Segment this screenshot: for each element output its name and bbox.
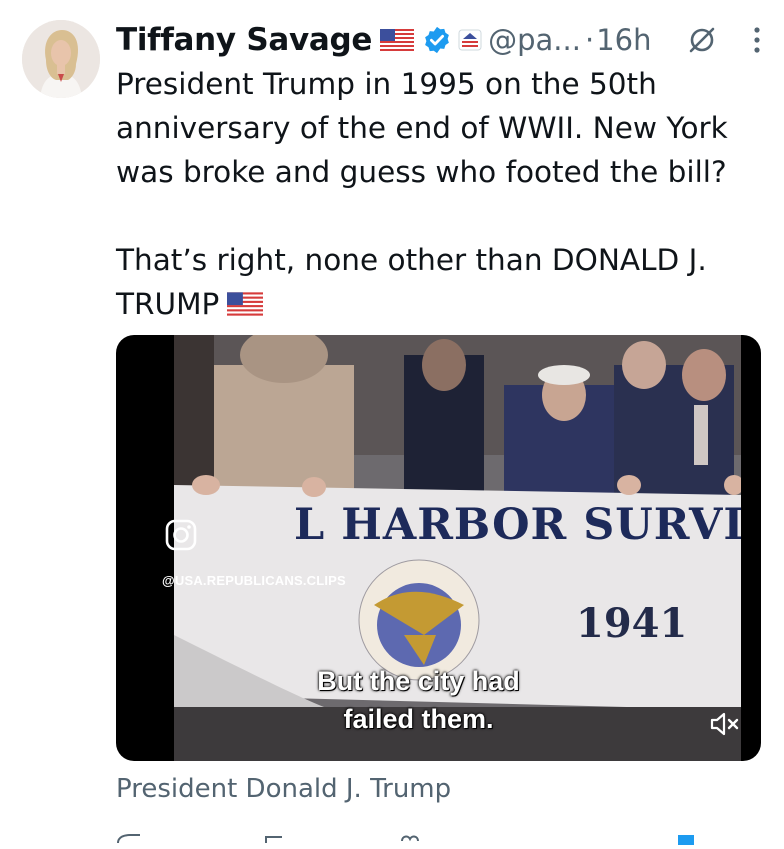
- avatar[interactable]: [22, 20, 100, 98]
- video-caption-line: failed them.: [343, 704, 494, 734]
- tweet-line: That’s right, none other than DONALD J.: [116, 243, 707, 277]
- video-caption-line: But the city had: [317, 666, 520, 696]
- instagram-icon: [164, 518, 198, 552]
- tweet-header: Tiffany Savage @pa... · 16h: [116, 18, 770, 62]
- tweet-line-text: TRUMP: [116, 287, 220, 321]
- banner-year: 1941: [576, 600, 688, 647]
- us-flag-icon: [227, 284, 264, 328]
- video-player[interactable]: L HARBOR SURVIVORS 1941 @USA.REPUBLICANS…: [116, 335, 761, 761]
- bookmark-icon: [678, 835, 694, 845]
- verified-badge-icon: [422, 25, 452, 55]
- video-watermark: @USA.REPUBLICANS.CLIPS: [162, 573, 346, 588]
- muted-speaker-icon[interactable]: [709, 711, 743, 737]
- reply-icon: [117, 834, 140, 844]
- tweet-timestamp[interactable]: 16h: [596, 23, 651, 57]
- tweet-line: was broke and guess who footed the bill?: [116, 155, 727, 189]
- tweet-line-with-flag: TRUMP: [116, 282, 766, 328]
- banner-text: L HARBOR SURVIVORS: [294, 500, 741, 550]
- grok-icon[interactable]: [687, 25, 717, 55]
- author-handle[interactable]: @pa...: [488, 23, 581, 57]
- tweet-text: President Trump in 1995 on the 50th anni…: [116, 62, 766, 328]
- tweet-line: President Trump in 1995 on the 50th: [116, 67, 657, 101]
- separator-dot: ·: [584, 23, 595, 57]
- action-bar: [116, 830, 756, 845]
- video-source-link[interactable]: President Donald J. Trump: [116, 774, 451, 804]
- tweet-line: anniversary of the end of WWII. New York: [116, 111, 728, 145]
- us-flag-icon: [380, 29, 415, 51]
- more-icon[interactable]: [745, 23, 769, 57]
- affiliation-icon[interactable]: [458, 29, 482, 51]
- repost-icon: [265, 836, 282, 843]
- author-name[interactable]: Tiffany Savage: [116, 22, 372, 58]
